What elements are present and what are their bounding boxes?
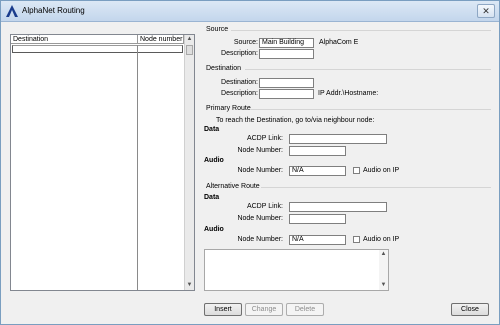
alphanet-logo-icon xyxy=(6,5,18,17)
alternative-audio-node-number-label: Node Number: xyxy=(237,236,283,243)
primary-audio-node-number-field[interactable]: N/A xyxy=(289,166,346,176)
table-scrollbar[interactable]: ▲ ▼ xyxy=(184,35,194,290)
alphanet-routing-window: AlphaNet Routing ✕ Destination Node numb… xyxy=(0,0,500,325)
primary-audio-on-ip-label: Audio on IP xyxy=(363,167,400,174)
primary-audio-heading: Audio xyxy=(204,157,224,164)
alternative-audio-node-number-field[interactable]: N/A xyxy=(289,235,346,245)
alternative-audio-on-ip-checkbox[interactable] xyxy=(353,236,360,243)
source-label: Source: xyxy=(233,39,258,46)
primary-acdp-link-label: ACDP Link: xyxy=(246,135,283,142)
close-button[interactable]: Close xyxy=(451,303,489,316)
group-divider xyxy=(261,187,491,188)
source-field[interactable]: Main Building xyxy=(259,38,314,48)
change-button[interactable]: Change xyxy=(245,303,283,316)
primary-audio-on-ip-checkbox[interactable] xyxy=(353,167,360,174)
primary-data-heading: Data xyxy=(204,126,220,133)
alternative-data-heading: Data xyxy=(204,194,220,201)
title-bar: AlphaNet Routing ✕ xyxy=(1,1,499,22)
destination-group-title: Destination xyxy=(206,65,242,72)
alternative-node-number-field[interactable] xyxy=(289,214,346,224)
scroll-up-icon[interactable]: ▲ xyxy=(379,250,388,259)
insert-button[interactable]: Insert xyxy=(204,303,242,316)
primary-acdp-link-field[interactable] xyxy=(289,134,387,144)
destination-field[interactable] xyxy=(259,78,314,88)
alternative-acdp-link-label: ACDP Link: xyxy=(246,203,283,210)
group-divider xyxy=(245,69,491,70)
scroll-up-icon[interactable]: ▲ xyxy=(185,35,194,44)
notes-textarea[interactable]: ▲ ▼ xyxy=(204,249,389,291)
alternative-audio-on-ip-label: Audio on IP xyxy=(363,236,400,243)
group-divider xyxy=(251,109,491,110)
column-divider xyxy=(137,45,138,290)
window-close-button[interactable]: ✕ xyxy=(477,4,495,18)
scroll-down-icon[interactable]: ▼ xyxy=(185,281,194,290)
source-suffix: AlphaCom E xyxy=(319,39,359,46)
column-header-destination[interactable]: Destination xyxy=(11,35,138,44)
table-row[interactable] xyxy=(12,45,183,53)
primary-route-instruction: To reach the Destination, go to/via neig… xyxy=(216,117,375,124)
primary-node-number-field[interactable] xyxy=(289,146,346,156)
destination-label: Destination: xyxy=(221,79,258,86)
alternative-route-group-title: Alternative Route xyxy=(206,183,260,190)
primary-audio-node-number-label: Node Number: xyxy=(237,167,283,174)
close-icon: ✕ xyxy=(482,6,490,16)
column-header-node-number[interactable]: Node number xyxy=(138,35,184,44)
alternative-node-number-label: Node Number: xyxy=(237,215,283,222)
scroll-thumb[interactable] xyxy=(186,45,193,55)
source-description-field[interactable] xyxy=(259,49,314,59)
alternative-acdp-link-field[interactable] xyxy=(289,202,387,212)
primary-route-group-title: Primary Route xyxy=(206,105,251,112)
group-divider xyxy=(231,30,491,31)
route-table[interactable]: Destination Node number ▲ ▼ xyxy=(10,34,195,291)
ip-address-label: IP Addr.\Hostname: xyxy=(318,90,379,97)
delete-button[interactable]: Delete xyxy=(286,303,324,316)
source-description-label: Description: xyxy=(221,50,258,57)
primary-node-number-label: Node Number: xyxy=(237,147,283,154)
scroll-down-icon[interactable]: ▼ xyxy=(379,281,388,290)
destination-description-field[interactable] xyxy=(259,89,314,99)
alternative-audio-heading: Audio xyxy=(204,226,224,233)
source-group-title: Source xyxy=(206,26,229,33)
destination-description-label: Description: xyxy=(221,90,258,97)
notes-scrollbar[interactable]: ▲ ▼ xyxy=(379,250,388,290)
window-title: AlphaNet Routing xyxy=(22,6,85,15)
